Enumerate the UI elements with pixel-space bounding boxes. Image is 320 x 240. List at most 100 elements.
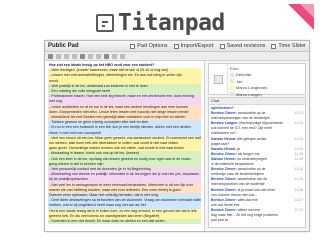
chat-timestamp: 11:24 — [294, 146, 304, 151]
chat-text: Maximpootige bijvoorbeelde — [239, 121, 284, 126]
chat-author: Bernice Zimerr: — [211, 197, 237, 202]
pad-editor[interactable]: Hoe ziet een ideale lessig op het HBO er… — [45, 61, 205, 231]
chat-text: ik ja maar ook niet meer — [237, 187, 276, 192]
chat-timestamp: 11:24 — [294, 136, 304, 141]
chat-timestamp: 11:25 — [294, 167, 304, 172]
user-name: Marco Langbroek — [236, 85, 268, 91]
format-toolbar — [45, 52, 309, 61]
chat-author: Bernice Zimerr: — [211, 111, 237, 116]
chat-text: ja — [237, 146, 240, 151]
pad-line[interactable]: - Professionele lessen. Hoe een hele leg… — [48, 94, 201, 100]
chat-message-body: speelruimen? — [211, 106, 234, 111]
bold-icon[interactable] — [48, 53, 53, 59]
chat-message: van Lisenke Hanne niet ook... — [211, 193, 303, 198]
indent-icon[interactable] — [88, 53, 93, 59]
chat-message: Bernice Zimerr: aanschakte op de 11:23 — [211, 111, 303, 116]
chat-message: internetopzoeken van de studentje — [211, 182, 303, 187]
user-name: Marco Langen — [236, 91, 262, 97]
chat-message-body: zuicitranten nu? — [211, 131, 236, 136]
chat-text: in de materiele kanparkenis — [211, 162, 254, 167]
chat-author: Bernice Langen: — [211, 121, 239, 126]
strikethrough-icon[interactable] — [72, 53, 77, 59]
user-name: Jan — [236, 78, 243, 84]
chat-author: Bernice Zimerr: — [211, 151, 237, 156]
chat-message-body: pad pad zo — [211, 218, 228, 223]
chat-message-body: ons ook beste ens — [211, 203, 239, 208]
user-avatar-area — [209, 64, 228, 94]
chat-message: onderwijs naar de studentenkijken — [211, 172, 303, 177]
chat-message-body: Sanske Henna: alle gelegen achter — [211, 137, 267, 142]
chat-author: Bernice Zimerr: — [211, 167, 237, 172]
chat-message: pages laat? — [211, 142, 303, 147]
undo-icon[interactable] — [104, 53, 109, 59]
user-color-swatch — [230, 79, 234, 84]
chat-author: Bernice Zimerr: — [211, 177, 237, 182]
chat-author: Bernice Zimerr: — [211, 187, 237, 192]
chat-timestamp: 11:24 — [294, 121, 304, 126]
pad-line[interactable]: - Lessen met veel animatiefilmpjes, afbe… — [48, 73, 201, 79]
chat-message-body: Bernice Langen: Maximpootige bijvoorbeel… — [211, 121, 283, 126]
import-export-icon — [173, 43, 179, 49]
chat-author: Bernice Zimerr: — [211, 207, 237, 212]
saved-revisions-button[interactable]: Saved revisions — [219, 43, 266, 49]
chat-timestamp: 11:25 — [294, 156, 304, 161]
pad-line[interactable]: - Docenten in een niet teveel. En maar d… — [48, 219, 201, 225]
chat-message: Bernice Zimerr: aanschakte op de 11:25 — [211, 167, 303, 172]
save-icon — [219, 43, 225, 49]
chat-message: Bernice Zimerr: ik ja maar ook niet meer… — [211, 188, 303, 193]
chat-text: onderwijs naar de studentenkijken — [211, 172, 264, 177]
pad-options-button[interactable]: Pad Options — [130, 43, 168, 49]
chat-text: aanschakte op de — [237, 167, 266, 172]
chat-author: Sanske Henna: — [211, 136, 237, 141]
chat-timestamp: 11:25 — [294, 151, 304, 156]
underline-icon[interactable] — [64, 53, 69, 59]
redo-icon[interactable] — [112, 53, 117, 59]
chat-message: Sanske Henna: alle gelegen achter 11:24 — [211, 137, 303, 142]
chat-message-body: ook kunnen de ICT, een rest? Zijn meer — [211, 126, 272, 131]
chat-message: ook kunnen de ICT, een rest? Zijn meer — [211, 126, 303, 131]
chat-text: internetopzoeken van de studentje — [211, 182, 265, 187]
chat-text: pad pad zo — [211, 218, 229, 223]
outdent-icon[interactable] — [96, 53, 101, 59]
chat-message: Bernice Zimerr: alleen wel een 11:27 — [211, 208, 303, 213]
import-export-button[interactable]: Import/Export — [173, 43, 214, 49]
user-color-swatch — [230, 72, 234, 77]
chat-text: internetoplossingen van de studentjes — [211, 116, 270, 121]
chat-text: alle gelegen achter — [237, 136, 267, 141]
slide-brand: Titanpad — [96, 8, 225, 38]
chat-header: Chat — [209, 98, 305, 105]
pad-logo-icon — [96, 14, 114, 32]
italic-icon[interactable] — [56, 53, 61, 59]
chat-message: internetoplossingen van de studentjes — [211, 116, 303, 121]
chat-message-body: internetopzoeken van de studentje — [211, 182, 265, 187]
chat-message: Sanske Hennk: ja 11:24 — [211, 147, 303, 152]
side-panel: Erno Deborah Jan Marco Langbroek Marco Lang… — [205, 61, 309, 231]
chat-message-body: Bernice Zimerr: alles dat ene — [211, 198, 258, 203]
saved-revisions-label: Saved revisions — [226, 43, 266, 49]
chat-timestamp: 11:26 — [294, 187, 304, 192]
self-user-name[interactable]: Erno — [230, 66, 238, 71]
chat-message: Bernice Langen: Maximpootige bijvoorbeel… — [211, 121, 303, 126]
pad-line[interactable]: - En nu er een een huiswerk in een feit,… — [48, 125, 201, 131]
chat-message-body: Sanske Hennk: ja — [211, 147, 240, 152]
chat-timestamp: 11:23 — [294, 111, 304, 116]
chat-text: pages laat? — [211, 141, 230, 146]
clear-authorship-icon[interactable] — [120, 53, 125, 59]
chat-timestamp: 11:26 — [294, 177, 304, 182]
chat-message: Bernice Zimerr: alles dat ene 11:27 — [211, 198, 303, 203]
user-color-icon[interactable] — [213, 74, 223, 84]
time-slider-label: Time Slider — [278, 43, 306, 49]
chat-message-body: Bernice Zimerr: aanschakte van de — [211, 177, 267, 182]
time-slider-button[interactable]: Time Slider — [271, 43, 306, 49]
options-icon — [130, 43, 136, 49]
chat-text: zuicitranten nu? — [211, 131, 236, 136]
chat-message: speelruimen? — [211, 106, 303, 111]
chat-message-body: van Lisenke Hanne niet ook... — [211, 193, 257, 198]
chat-text: aanschakte op de — [237, 111, 266, 116]
chat-message: zuicitranten nu? — [211, 131, 303, 136]
bullet-list-icon[interactable] — [80, 53, 85, 59]
chat-messages: speelruimen? Bernice Zimerr: aanschakte … — [209, 105, 305, 227]
chat-message-body: Bernice Zimerr: aanschakte op de — [211, 111, 266, 116]
chat-message: in de materiele kanparkenis — [211, 162, 303, 167]
chat-message-body: in de materiele kanparkenis — [211, 162, 254, 167]
